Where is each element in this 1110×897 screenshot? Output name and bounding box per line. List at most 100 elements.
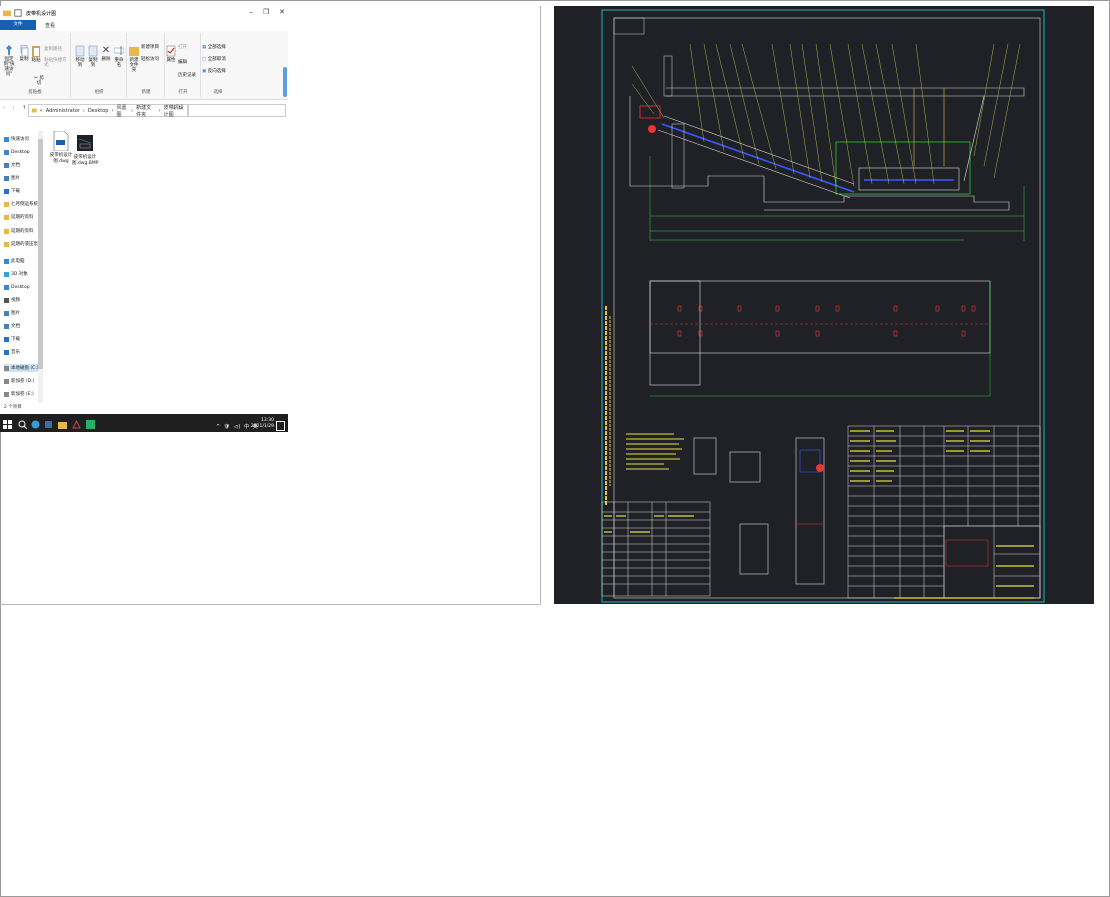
nav-item-label: 延期的液压泵: [11, 242, 38, 247]
cad-drawing-image: [554, 6, 1094, 604]
new-folder-button[interactable]: 新建文件夹: [128, 45, 140, 73]
nav-item[interactable]: 视频: [4, 296, 42, 304]
paste-shortcut-button[interactable]: 粘贴快捷方式: [44, 58, 70, 68]
cut-button[interactable]: ✂ 剪切: [32, 76, 46, 86]
delete-button[interactable]: ✕ 删除: [101, 45, 111, 62]
quick-access-icon[interactable]: [14, 9, 22, 17]
tab-view[interactable]: 查看: [40, 20, 60, 31]
nav-item[interactable]: 七月倒运系统: [4, 200, 42, 208]
nav-item[interactable]: 3D 对象: [4, 270, 42, 278]
nav-item[interactable]: 快速访问: [4, 135, 42, 143]
copy-button[interactable]: 复制: [19, 45, 29, 62]
windows-start-icon[interactable]: [3, 420, 12, 429]
nav-scrollbar-thumb[interactable]: [38, 139, 43, 369]
copy-to-button[interactable]: 复制到: [87, 45, 99, 68]
task-view-icon[interactable]: [44, 420, 53, 429]
nav-item[interactable]: 新加卷 (D:): [4, 377, 42, 385]
breadcrumb-separator: ›: [111, 107, 114, 114]
folder-icon: [32, 108, 37, 113]
new-item-button[interactable]: 新建项目: [141, 45, 164, 50]
nav-item[interactable]: 图片: [4, 309, 42, 317]
file-item-dwg[interactable]: 皮带机设计图.dwg: [48, 131, 74, 164]
minimize-icon[interactable]: –: [249, 8, 253, 16]
search-icon[interactable]: [18, 420, 27, 429]
nav-item[interactable]: 文档: [4, 322, 42, 330]
nav-item[interactable]: 延期的资料: [4, 213, 42, 221]
left-panel-border: [540, 6, 541, 605]
search-input[interactable]: [188, 104, 286, 117]
edge-browser-icon[interactable]: [31, 420, 40, 429]
back-forward-icon[interactable]: ‹ ›: [3, 105, 18, 111]
properties-button[interactable]: 属性: [166, 45, 176, 63]
nav-scrollbar[interactable]: [38, 131, 43, 403]
delete-icon: ✕: [101, 45, 111, 56]
up-arrow-icon[interactable]: ↑: [22, 105, 26, 111]
nav-item[interactable]: 本地磁盘 (C:): [4, 364, 42, 372]
nav-item[interactable]: 文档: [4, 161, 42, 169]
nav-item-label: 延期的资料: [11, 229, 34, 234]
nav-item-icon: [4, 297, 9, 303]
breadcrumb-0[interactable]: Administrator: [46, 108, 80, 114]
invert-selection-button[interactable]: ▣ 反向选择: [202, 69, 232, 74]
nav-item-label: 下载: [11, 189, 20, 194]
nav-item-label: 七月倒运系统: [11, 202, 38, 207]
refresh-icon[interactable]: ↻: [178, 105, 182, 111]
dwg-file-icon: [53, 131, 69, 151]
taskbar: ^ 🛡 ◁) 中 英 13:30 2021/1/29: [0, 414, 288, 432]
select-group-label: 选择: [213, 90, 223, 95]
nav-item[interactable]: 下载: [4, 335, 42, 343]
ribbon: 固定到"快速访问" 复制 粘贴 复制路径 粘贴快捷方式 ✂ 剪切 剪贴板 移动到…: [0, 31, 288, 100]
nav-item-label: 下载: [11, 337, 20, 342]
nav-item-icon: [4, 271, 9, 277]
nav-item-icon: [4, 336, 9, 342]
file-item-bmp[interactable]: 皮带机设计图.dwg.BMP: [72, 131, 98, 166]
paste-button[interactable]: 粘贴: [31, 45, 41, 63]
nav-item-icon: [4, 136, 9, 142]
nav-item[interactable]: 新加卷 (E:): [4, 390, 42, 398]
file-explorer-taskbar-icon[interactable]: [58, 420, 67, 429]
nav-item[interactable]: 此电脑: [4, 257, 42, 265]
nav-item[interactable]: Desktop: [4, 283, 42, 291]
nav-item[interactable]: Desktop: [4, 148, 42, 156]
nav-item-icon: [4, 349, 9, 355]
pin-button[interactable]: 固定到"快速访问": [2, 45, 16, 77]
close-icon[interactable]: ✕: [279, 8, 285, 16]
select-all-button[interactable]: ▦ 全部选择: [202, 45, 232, 50]
breadcrumb-2[interactable]: 风嘉图: [116, 104, 128, 118]
nav-item[interactable]: 下载: [4, 187, 42, 195]
nav-item-label: 图片: [11, 311, 20, 316]
breadcrumb-separator: ›: [158, 107, 161, 114]
address-bar[interactable]: « Administrator › Desktop › 风嘉图 › 新建文件夹 …: [28, 104, 188, 118]
nav-item[interactable]: 延期的液压泵: [4, 240, 42, 248]
nav-item[interactable]: 图片: [4, 174, 42, 182]
ribbon-collapse-handle[interactable]: [283, 67, 287, 97]
breadcrumb-separator: ›: [82, 107, 85, 114]
maximize-icon[interactable]: ❐: [263, 8, 269, 16]
select-all-icon: ▦: [202, 45, 207, 50]
clock-date: 2021/1/29: [250, 424, 274, 429]
nav-item[interactable]: 音乐: [4, 348, 42, 356]
clock[interactable]: 13:30 2021/1/29: [251, 418, 274, 430]
autocad-icon[interactable]: [72, 420, 81, 429]
nav-item-icon: [4, 149, 9, 155]
edit-button[interactable]: 编辑: [178, 60, 200, 65]
nav-item-icon: [4, 241, 9, 247]
breadcrumb-1[interactable]: Desktop: [88, 108, 109, 114]
select-group: ▦ 全部选择 ▢ 全部取消 ▣ 反向选择 选择: [202, 33, 284, 97]
open-button[interactable]: 打开: [178, 45, 200, 50]
breadcrumb-3[interactable]: 新建文件夹: [136, 104, 155, 118]
dropdown-chevron-icon[interactable]: ⌄: [172, 105, 176, 111]
rename-button[interactable]: 重命名: [113, 45, 125, 68]
title-bar: 皮带机设计图 – ❐ ✕: [0, 6, 288, 20]
notification-icon[interactable]: [276, 421, 285, 431]
nav-item-icon: [4, 175, 9, 181]
copy-path-button[interactable]: 复制路径: [44, 47, 70, 52]
nav-item[interactable]: 延期的资料: [4, 227, 42, 235]
select-none-button[interactable]: ▢ 全部取消: [202, 57, 232, 62]
move-to-button[interactable]: 移动到: [74, 45, 86, 68]
tab-file[interactable]: 文件: [0, 20, 36, 30]
clipboard-group: 固定到"快速访问" 复制 粘贴 复制路径 粘贴快捷方式 ✂ 剪切 剪贴板: [0, 33, 71, 97]
wechat-icon[interactable]: [86, 420, 95, 429]
history-button[interactable]: 历史记录: [178, 73, 200, 78]
easy-access-button[interactable]: 轻松访问: [141, 57, 164, 62]
